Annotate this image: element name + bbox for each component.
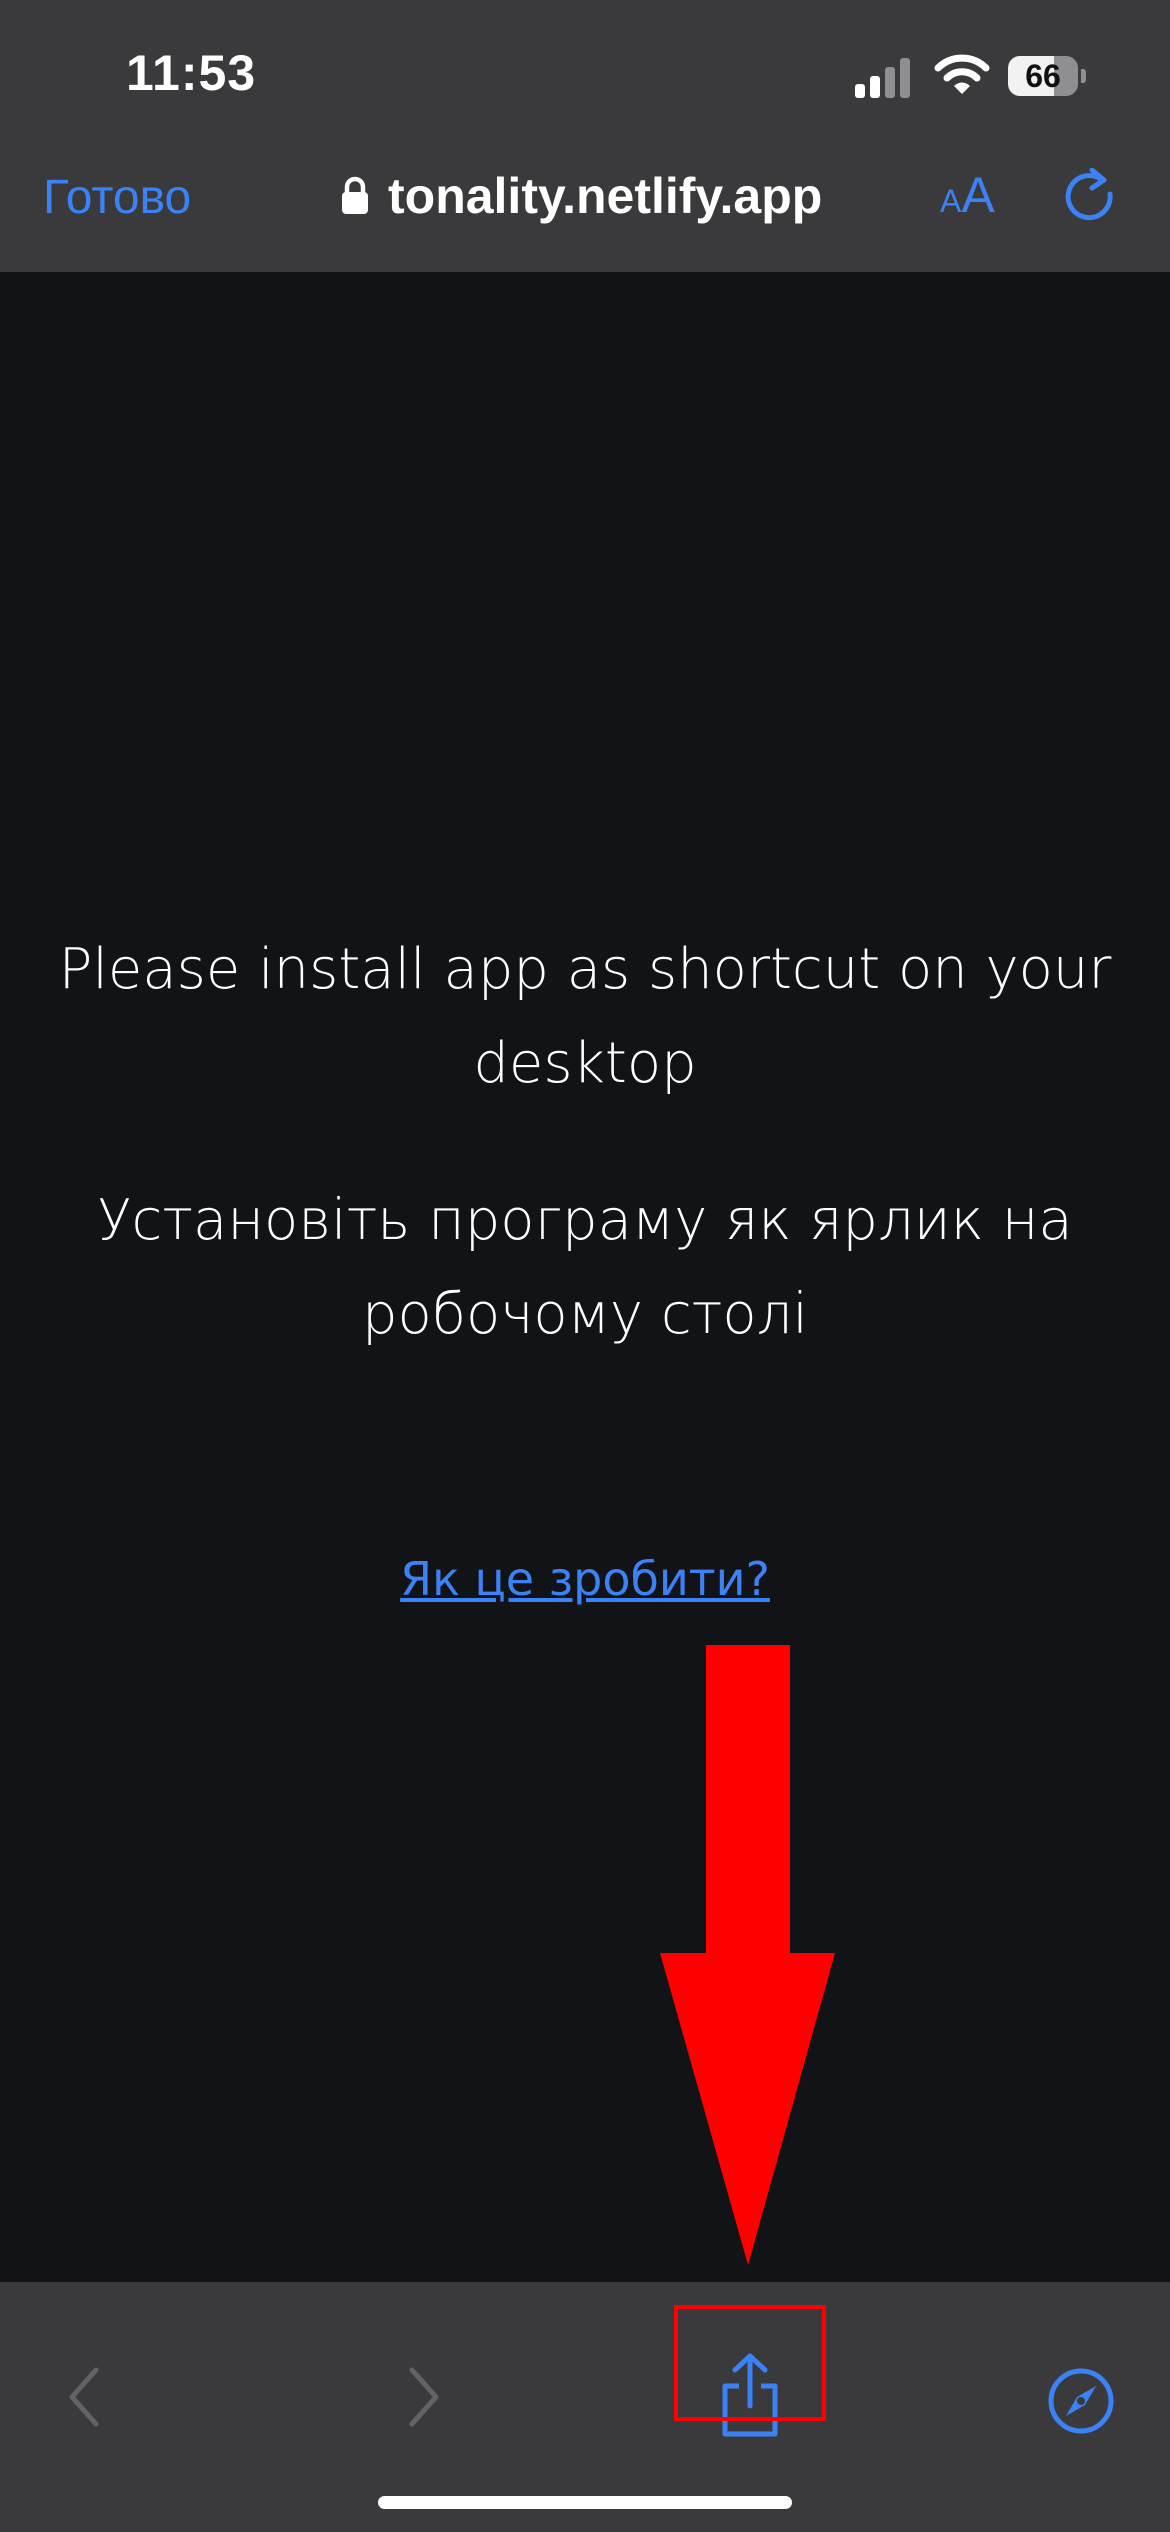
wifi-icon [934, 54, 990, 94]
forward-icon[interactable] [398, 2362, 448, 2432]
screen: 11:53 66 Готово tonality.netlify.app AA [0, 0, 1170, 2532]
bottom-toolbar [0, 2282, 1170, 2532]
install-message-en: Please install app as shortcut on your d… [58, 937, 1112, 1096]
address-bar[interactable]: tonality.netlify.app [340, 166, 822, 226]
status-time: 11:53 [126, 45, 257, 101]
install-message-uk: Установіть програму як ярлик на робочому… [97, 1188, 1073, 1347]
text-size-large-label: A [961, 167, 995, 223]
done-button[interactable]: Готово [43, 170, 191, 225]
home-indicator [378, 2496, 792, 2509]
battery-icon: 66 [1008, 56, 1086, 96]
how-to-link[interactable]: Як це зробити? [0, 1552, 1170, 1606]
text-size-small-label: A [940, 183, 962, 219]
share-button-highlight [674, 2305, 826, 2421]
reload-icon[interactable] [1062, 168, 1118, 224]
red-arrow-annotation [660, 1645, 835, 2265]
lock-icon [342, 176, 368, 214]
text-size-button[interactable]: AA [940, 166, 995, 224]
back-icon[interactable] [60, 2362, 110, 2432]
battery-percent: 66 [1008, 56, 1078, 96]
url-text: tonality.netlify.app [388, 168, 823, 224]
browser-header: 11:53 66 Готово tonality.netlify.app AA [0, 0, 1170, 272]
safari-compass-icon[interactable] [1046, 2366, 1116, 2436]
cellular-signal-icon [855, 58, 915, 98]
